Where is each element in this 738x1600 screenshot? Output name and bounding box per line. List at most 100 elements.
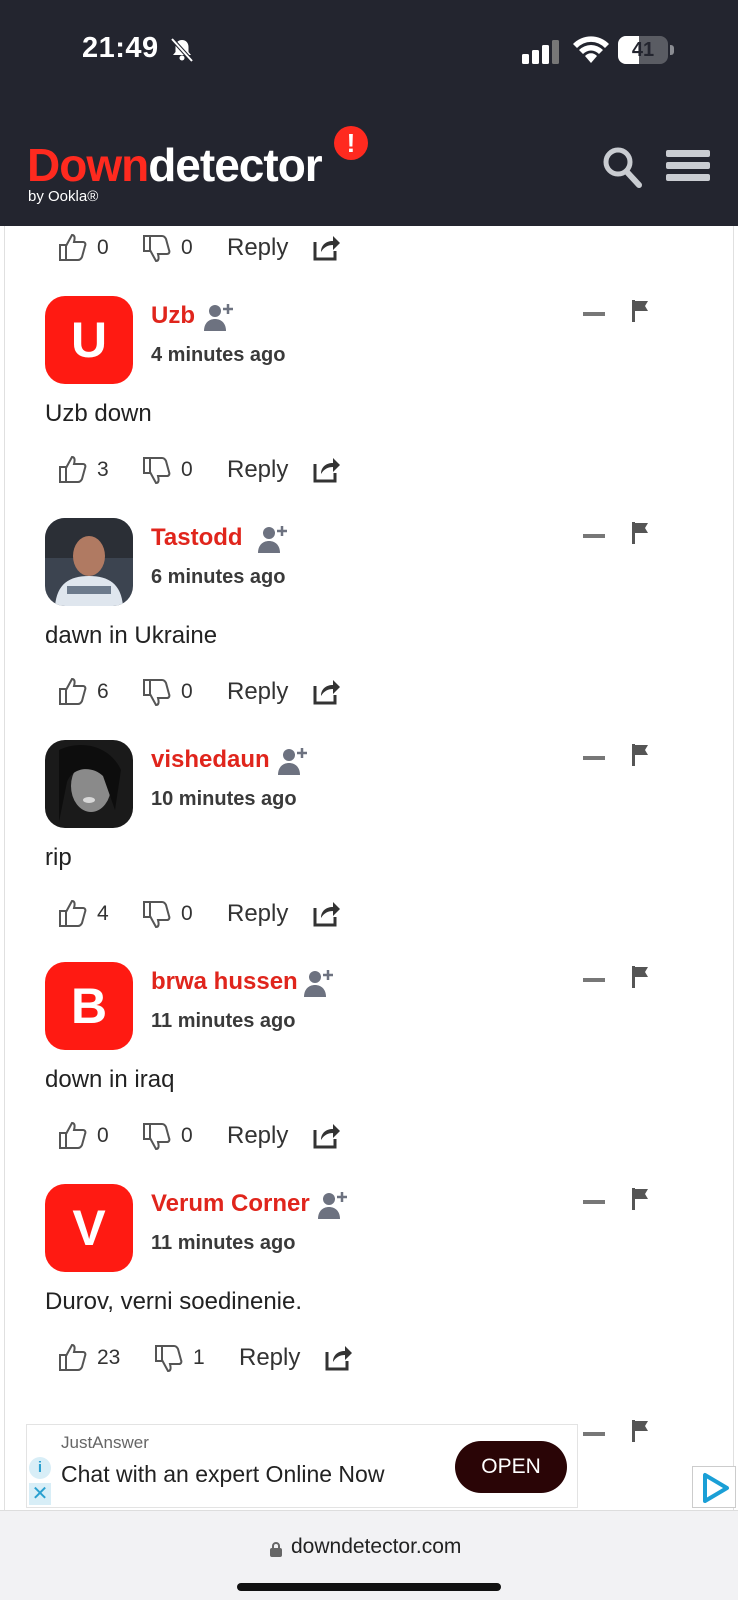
thumbs-down-icon[interactable] bbox=[141, 678, 171, 708]
avatar[interactable]: B bbox=[45, 962, 133, 1050]
comment-username[interactable]: brwa hussen bbox=[151, 968, 298, 996]
follow-user-icon[interactable] bbox=[203, 302, 235, 332]
browser-url-bar[interactable]: downdetector.com bbox=[0, 1510, 738, 1600]
flag-icon[interactable] bbox=[631, 1188, 649, 1210]
collapse-icon[interactable] bbox=[583, 756, 605, 760]
ad-banner[interactable]: i ✕ JustAnswer Chat with an expert Onlin… bbox=[26, 1424, 578, 1508]
collapse-icon[interactable] bbox=[583, 312, 605, 316]
flag-icon[interactable] bbox=[631, 744, 649, 766]
collapse-icon[interactable] bbox=[583, 1432, 605, 1436]
comment-actions: 6 0 Reply bbox=[5, 674, 405, 714]
follow-user-icon[interactable] bbox=[317, 1190, 349, 1220]
share-icon[interactable] bbox=[311, 454, 341, 484]
reply-button[interactable]: Reply bbox=[227, 900, 288, 928]
search-icon[interactable] bbox=[602, 146, 642, 188]
comment-item: Tastodd 6 minutes ago dawn in Ukraine 6 … bbox=[5, 518, 733, 740]
home-indicator[interactable] bbox=[237, 1583, 501, 1591]
flag-icon[interactable] bbox=[631, 300, 649, 322]
avatar[interactable] bbox=[45, 518, 133, 606]
lock-icon bbox=[270, 1542, 282, 1557]
comment-username[interactable]: Uzb bbox=[151, 302, 195, 330]
dislike-count: 0 bbox=[181, 680, 193, 703]
comment-username[interactable]: Tastodd bbox=[151, 524, 243, 552]
comment-item: V Verum Corner 11 minutes ago Durov, ver… bbox=[5, 1184, 733, 1406]
url-text[interactable]: downdetector.com bbox=[291, 1535, 461, 1559]
collapse-icon[interactable] bbox=[583, 534, 605, 538]
thumbs-up-icon[interactable] bbox=[57, 232, 87, 262]
comment-username[interactable]: vishedaun bbox=[151, 746, 270, 774]
dislike-count: 0 bbox=[181, 458, 193, 481]
reply-button[interactable]: Reply bbox=[227, 456, 288, 484]
share-icon[interactable] bbox=[311, 232, 341, 262]
avatar[interactable]: V bbox=[45, 1184, 133, 1272]
comment-username[interactable]: Verum Corner bbox=[151, 1190, 310, 1218]
follow-user-icon[interactable] bbox=[277, 746, 309, 776]
comment-item: B brwa hussen 11 minutes ago down in ira… bbox=[5, 962, 733, 1184]
hamburger-menu-icon[interactable] bbox=[666, 150, 710, 186]
comments-list: 0 0 Reply U Uzb 4 minutes ago Uzb down 3… bbox=[4, 226, 734, 1510]
flag-icon[interactable] bbox=[631, 966, 649, 988]
comment-actions: 4 0 Reply bbox=[5, 896, 405, 936]
user-photo bbox=[45, 518, 133, 606]
thumbs-up-icon[interactable] bbox=[57, 454, 87, 484]
reply-button[interactable]: Reply bbox=[227, 678, 288, 706]
dislike-count: 1 bbox=[193, 1346, 205, 1369]
ad-open-button[interactable]: OPEN bbox=[455, 1441, 567, 1493]
comment-text: rip bbox=[45, 844, 72, 871]
like-count: 3 bbox=[97, 458, 109, 481]
dislike-count: 0 bbox=[181, 902, 193, 925]
ad-close-icon[interactable]: ✕ bbox=[29, 1483, 51, 1505]
dislike-count: 0 bbox=[181, 1124, 193, 1147]
comment-item: U Uzb 4 minutes ago Uzb down 3 0 Reply bbox=[5, 296, 733, 518]
adchoices-icon[interactable] bbox=[692, 1466, 736, 1508]
logo-detector-text: detector bbox=[148, 139, 322, 191]
logo-down-text: Down bbox=[27, 139, 149, 191]
share-icon[interactable] bbox=[311, 1120, 341, 1150]
like-count: 6 bbox=[97, 680, 109, 703]
collapse-icon[interactable] bbox=[583, 1200, 605, 1204]
battery-indicator: 41 bbox=[618, 36, 674, 64]
bell-muted-icon bbox=[170, 37, 194, 63]
avatar[interactable]: U bbox=[45, 296, 133, 384]
comment-text: down in iraq bbox=[45, 1066, 175, 1093]
comment-actions: 3 0 Reply bbox=[5, 452, 405, 492]
reply-button[interactable]: Reply bbox=[227, 234, 288, 262]
ad-brand: JustAnswer bbox=[61, 1433, 149, 1452]
ad-info-icon[interactable]: i bbox=[29, 1457, 51, 1479]
follow-user-icon[interactable] bbox=[257, 524, 289, 554]
like-count: 0 bbox=[97, 236, 109, 259]
avatar[interactable] bbox=[45, 740, 133, 828]
collapse-icon[interactable] bbox=[583, 978, 605, 982]
comment-time: 6 minutes ago bbox=[151, 566, 286, 588]
battery-percent: 41 bbox=[631, 39, 655, 61]
comment-time: 4 minutes ago bbox=[151, 344, 286, 366]
reply-button[interactable]: Reply bbox=[239, 1344, 300, 1372]
share-icon[interactable] bbox=[311, 676, 341, 706]
thumbs-up-icon[interactable] bbox=[57, 676, 87, 706]
reply-button[interactable]: Reply bbox=[227, 1122, 288, 1150]
downdetector-logo[interactable]: Downdetector bbox=[27, 138, 323, 192]
comment-time: 11 minutes ago bbox=[151, 1232, 296, 1254]
thumbs-up-icon[interactable] bbox=[57, 1342, 87, 1372]
dislike-count: 0 bbox=[181, 236, 193, 259]
comment-text: dawn in Ukraine bbox=[45, 622, 218, 649]
share-icon[interactable] bbox=[311, 898, 341, 928]
by-ookla-label: by Ookla® bbox=[28, 188, 99, 205]
thumbs-up-icon[interactable] bbox=[57, 898, 87, 928]
thumbs-down-icon[interactable] bbox=[153, 1344, 183, 1374]
like-count: 23 bbox=[97, 1346, 121, 1369]
thumbs-down-icon[interactable] bbox=[141, 234, 171, 264]
wifi-icon bbox=[573, 36, 609, 63]
comment-time: 10 minutes ago bbox=[151, 788, 297, 810]
top-bar: 21:49 41 Downdetector ! by Ookla® bbox=[0, 0, 738, 226]
thumbs-down-icon[interactable] bbox=[141, 456, 171, 486]
comment-time: 11 minutes ago bbox=[151, 1010, 296, 1032]
ad-title[interactable]: Chat with an expert Online Now bbox=[61, 1461, 384, 1488]
follow-user-icon[interactable] bbox=[303, 968, 335, 998]
flag-icon[interactable] bbox=[631, 1420, 649, 1442]
share-icon[interactable] bbox=[323, 1342, 353, 1372]
thumbs-down-icon[interactable] bbox=[141, 1122, 171, 1152]
flag-icon[interactable] bbox=[631, 522, 649, 544]
thumbs-down-icon[interactable] bbox=[141, 900, 171, 930]
thumbs-up-icon[interactable] bbox=[57, 1120, 87, 1150]
